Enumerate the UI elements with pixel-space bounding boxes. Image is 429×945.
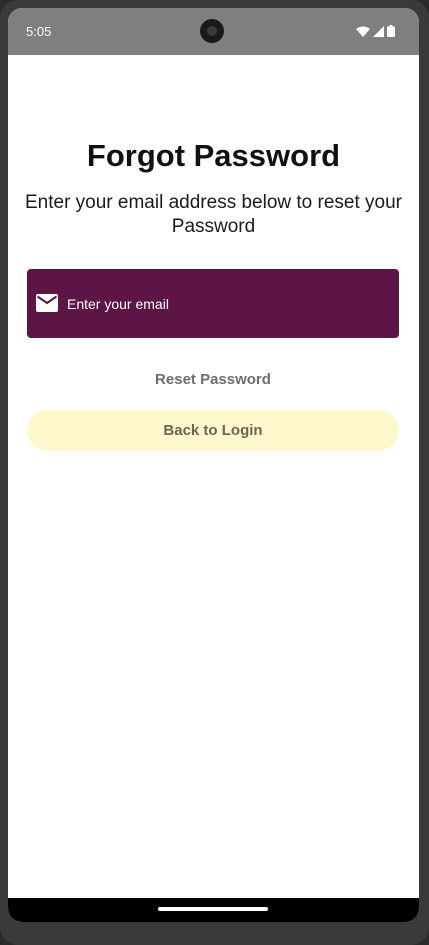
status-time: 5:05 bbox=[26, 24, 52, 39]
email-field[interactable] bbox=[27, 269, 399, 338]
navigation-bar bbox=[8, 898, 419, 922]
camera-cutout bbox=[200, 19, 224, 43]
status-icons bbox=[356, 24, 395, 38]
signal-icon bbox=[373, 25, 384, 37]
screen: 5:05 Forgot Password Enter your email ad… bbox=[8, 8, 419, 922]
back-to-login-button[interactable]: Back to Login bbox=[27, 410, 399, 451]
camera-lens bbox=[207, 26, 217, 36]
device-frame: 5:05 Forgot Password Enter your email ad… bbox=[0, 0, 429, 945]
reset-password-button[interactable]: Reset Password bbox=[27, 360, 399, 398]
email-input[interactable] bbox=[67, 269, 387, 338]
battery-icon bbox=[387, 25, 395, 37]
status-bar: 5:05 bbox=[8, 8, 419, 55]
wifi-icon bbox=[356, 26, 370, 37]
mail-icon bbox=[36, 294, 58, 312]
page-title: Forgot Password bbox=[86, 138, 341, 173]
page-subtitle: Enter your email address below to reset … bbox=[24, 192, 402, 237]
home-indicator[interactable] bbox=[158, 907, 268, 911]
